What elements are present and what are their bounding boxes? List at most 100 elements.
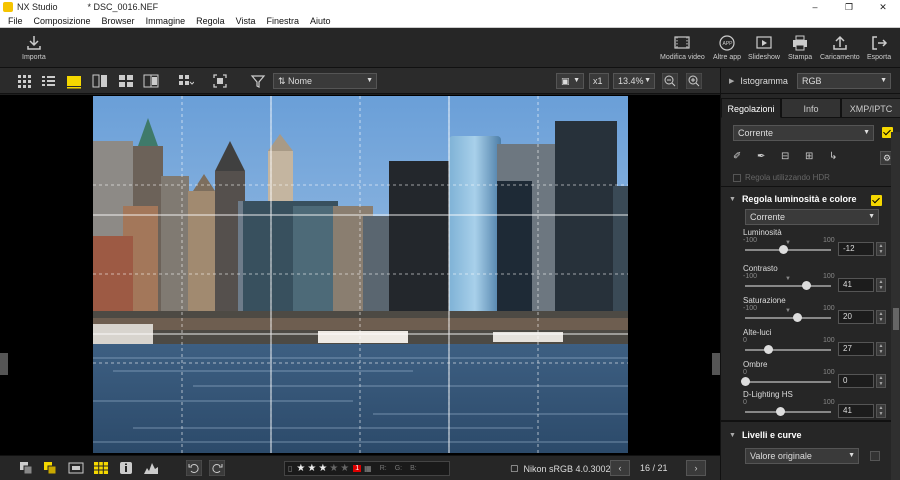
prev-image-button[interactable]: ‹ [610,460,630,476]
compare-view-icon[interactable] [92,73,108,89]
tab-xmp-iptc[interactable]: XMP/IPTC [841,98,900,118]
slider-track[interactable] [745,317,831,319]
menu-aiuto[interactable]: Aiuto [302,16,334,26]
histogram-mode-select[interactable]: RGB ▼ [797,73,891,89]
slider-knob[interactable] [778,245,788,254]
slider-track[interactable] [745,411,831,413]
rotate-right-icon[interactable] [209,460,225,476]
zoom-1x-button[interactable]: x1 [589,73,609,89]
next-image-button[interactable]: › [686,460,706,476]
slider-knob[interactable] [801,281,811,290]
menu-composizione[interactable]: Composizione [26,16,94,26]
panel-scrollbar[interactable] [891,132,900,480]
perspective-icon[interactable]: ↳ [829,151,853,167]
section-luminosita-checkbox[interactable] [871,195,882,206]
frame-icon[interactable] [68,460,84,476]
star-3[interactable]: ★ [318,463,327,474]
slider-value-input[interactable]: 20 [838,310,874,324]
section-preset-select[interactable]: Corrente ▼ [745,209,879,225]
menu-finestra[interactable]: Finestra [258,16,302,26]
minimize-icon[interactable]: – [798,0,832,14]
slider-value-input[interactable]: 41 [838,404,874,418]
tab-info[interactable]: Info [781,98,841,118]
star-4[interactable]: ★ [329,463,338,474]
color-label-badge[interactable]: 1 [353,465,362,472]
rotate-left-icon[interactable] [186,460,202,476]
crop-icon[interactable]: ⊞ [805,151,829,167]
slider-spinner[interactable]: ▲ ▼ [876,342,886,356]
restore-icon[interactable]: ❐ [832,0,866,14]
eyedropper-icon[interactable]: ✐ [733,151,757,167]
stampa-button[interactable]: Stampa [788,34,812,61]
single-view-icon[interactable] [66,73,82,89]
caricamento-button[interactable]: Caricamento [820,34,860,61]
photo-preview[interactable] [93,96,628,453]
star-rating[interactable]: ★ ★ ★ ★ ★ [294,463,349,474]
grid-view-icon[interactable] [16,73,32,89]
menu-vista[interactable]: Vista [228,16,259,26]
menu-browser[interactable]: Browser [94,16,138,26]
altre-app-button[interactable]: APP Altre app [713,34,741,61]
histogram-header[interactable]: ▶ Istogramma RGB ▼ [721,68,900,94]
slider-value-input[interactable]: 41 [838,278,874,292]
slider-track[interactable] [745,381,831,383]
info-icon[interactable] [118,460,134,476]
fit-screen-icon[interactable] [212,73,228,89]
slider-track[interactable] [745,285,831,287]
menu-immagine[interactable]: Immagine [138,16,189,26]
slider-track[interactable] [745,249,831,251]
zoom-out-icon[interactable] [662,73,678,89]
section-livelli-checkbox[interactable] [870,451,880,461]
before-after-icon[interactable] [143,73,159,89]
slideshow-button[interactable]: Slideshow [748,34,780,61]
star-5[interactable]: ★ [340,463,349,474]
adjustment-preset-select[interactable]: Corrente ▼ [733,125,874,141]
sort-select[interactable]: ⇅ Nome ▼ [273,73,377,89]
fit-mode-select[interactable]: ▣ ▼ [556,73,584,89]
levels-preset-select[interactable]: Valore originale ▼ [745,448,859,464]
protect-icon[interactable]: ▯ [288,464,292,473]
menu-regola[interactable]: Regola [188,16,228,26]
slider-value-input[interactable]: -12 [838,242,874,256]
star-2[interactable]: ★ [307,463,316,474]
section-livelli-header[interactable]: ▼ Livelli e curve [729,430,801,440]
filter-icon[interactable] [250,73,266,89]
slider-knob[interactable] [741,377,750,386]
label-stack-icon[interactable] [42,460,58,476]
tab-regolazioni[interactable]: Regolazioni [721,98,781,118]
slider-knob[interactable] [776,407,786,416]
slider-spinner[interactable]: ▲ ▼ [876,404,886,418]
arrange-icon[interactable] [178,73,194,89]
slider-value-input[interactable]: 0 [838,374,874,388]
image-viewer[interactable] [0,95,720,455]
zoom-select[interactable]: 13.4% ▼ [613,73,655,89]
slider-value-input[interactable]: 27 [838,342,874,356]
retouch-brush-icon[interactable]: ✒ [757,151,781,167]
zoom-in-icon[interactable] [686,73,702,89]
slider-track[interactable] [745,349,831,351]
hdr-checkbox[interactable] [733,173,741,182]
slider-spinner[interactable]: ▲ ▼ [876,374,886,388]
slider-spinner[interactable]: ▲ ▼ [876,242,886,256]
grid-overlay-icon[interactable] [93,460,109,476]
label-picker-icon[interactable]: ▦ [364,464,372,473]
star-1[interactable]: ★ [296,463,305,474]
straighten-icon[interactable]: ⊟ [781,151,805,167]
right-panel-toggle[interactable] [712,353,720,375]
menu-file[interactable]: File [0,16,26,26]
stack-icon[interactable] [18,460,34,476]
section-luminosita-header[interactable]: ▼ Regola luminosità e colore [729,194,856,204]
list-view-icon[interactable] [40,73,56,89]
import-button[interactable]: Importa [22,34,46,61]
slider-knob[interactable] [792,313,802,322]
scrollbar-thumb[interactable] [893,308,899,330]
slider-spinner[interactable]: ▲ ▼ [876,278,886,292]
modifica-video-button[interactable]: Modifica video [660,34,705,61]
histogram-icon[interactable] [143,460,159,476]
close-icon[interactable]: ✕ [866,0,900,14]
multi-view-icon[interactable] [118,73,134,89]
esporta-button[interactable]: Esporta [867,34,891,61]
slider-knob[interactable] [764,345,774,354]
slider-spinner[interactable]: ▲ ▼ [876,310,886,324]
left-panel-toggle[interactable] [0,353,8,375]
